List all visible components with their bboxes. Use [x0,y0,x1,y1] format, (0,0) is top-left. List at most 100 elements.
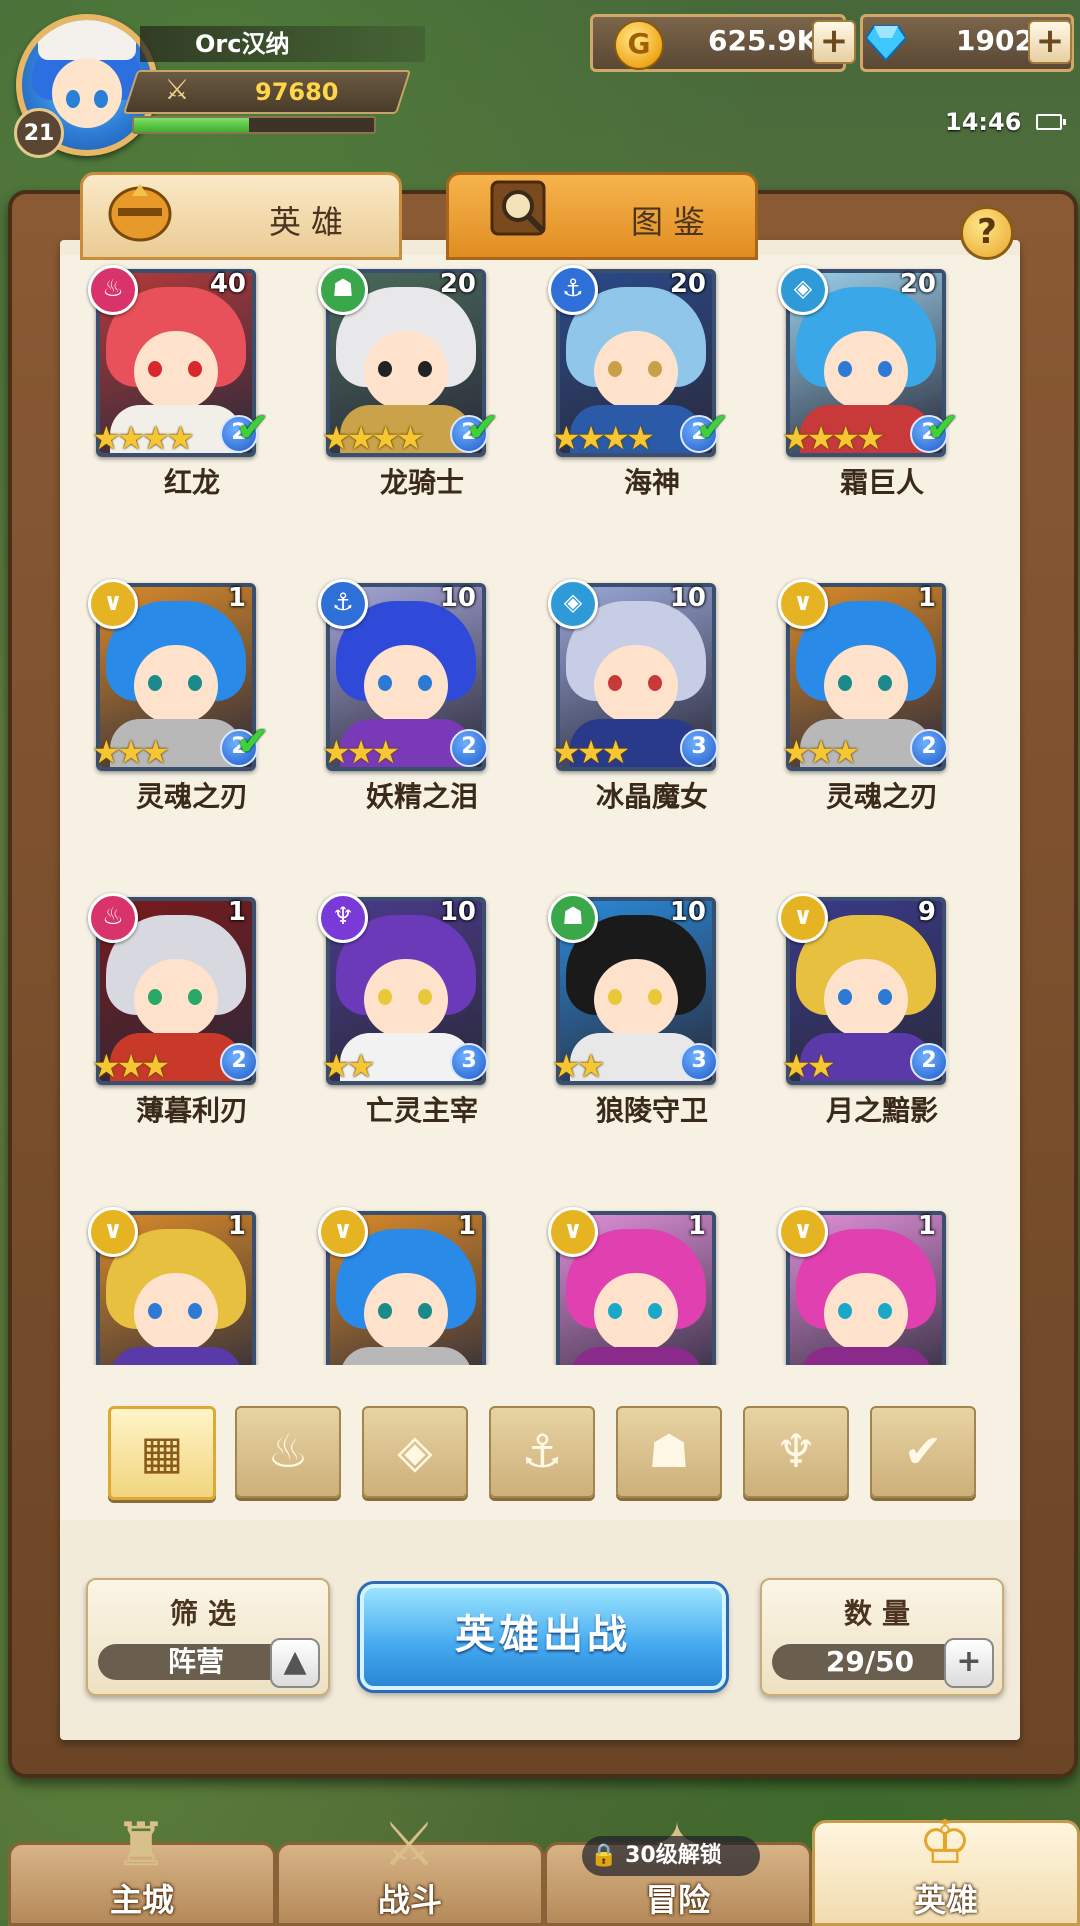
faction-filter-button[interactable]: ☗ [616,1406,722,1498]
hero-eye-left [838,675,852,691]
hero-face [594,645,678,723]
hero-stars: ★★★ [552,733,630,771]
faction-filter-button[interactable]: ◈ [362,1406,468,1498]
help-button[interactable]: ? [960,206,1014,260]
beast-faction-icon: ☗ [318,265,368,315]
hero-face [824,959,908,1037]
expand-capacity-button[interactable]: + [944,1638,994,1688]
hero-level: 10 [439,583,476,613]
hero-eye-left [608,361,622,377]
nav-label: 冒险 [645,1881,710,1919]
gem-amount: 1902 [956,24,1034,57]
hero-eye-left [148,361,162,377]
hero-name: 红龙 [163,466,220,499]
hero-card[interactable]: ◈ 10 ★★★ 3 冰晶魔女 [520,569,718,813]
hero-level: 10 [669,583,706,613]
hero-face [824,331,908,409]
hero-face [134,331,218,409]
hero-card[interactable]: ☗ 10 ★★ 3 狼陵守卫 [520,883,718,1127]
hero-face [134,959,218,1037]
hero-eye-right [648,989,662,1005]
hero-level: 40 [209,269,246,299]
hero-card[interactable]: ∨ 1 [750,1197,948,1365]
avatar-eye-right [94,90,108,108]
hero-eye-left [608,675,622,691]
ice-crystal-faction-icon: ◈ [397,1424,433,1478]
light-faction-icon: ∨ [778,893,828,943]
hero-level: 20 [669,269,706,299]
hero-card[interactable]: ♨ 40 ★★★★ 2 ✔ 红龙 [60,255,270,499]
hero-card[interactable]: ∨ 1 ★★★ 2 灵魂之刃 [750,569,948,813]
hero-name: 灵魂之刃 [825,780,938,813]
faction-filter-button[interactable]: ⚓ [489,1406,595,1498]
hero-face [134,1273,218,1351]
hero-name: 亡灵主宰 [365,1094,478,1127]
nav-label: 主城 [109,1881,174,1919]
hero-stars: ★★★ [322,733,400,771]
deployed-check-icon: ✔ [236,405,270,451]
light-faction-icon: ∨ [778,1207,828,1257]
ice-faction-icon: ◈ [548,579,598,629]
faction-filter-button[interactable]: ✔ [870,1406,976,1498]
bottom-nav: ♜主城⚔战斗✦冒险♔英雄 [0,1796,1080,1926]
filter-box: 筛选 阵营 ▲ [86,1578,330,1696]
beast-faction-icon: ☗ [648,1424,690,1478]
light-faction-icon: ∨ [778,579,828,629]
nav-item-hero-helmet[interactable]: ♔ 英雄 [812,1808,1080,1926]
hero-eye-left [378,361,392,377]
avatar-hat [38,20,136,60]
hero-rank-badge: 3 [680,1043,718,1081]
deployed-check-icon: ✔ [236,719,270,765]
gold-amount: 625.9K [708,24,819,57]
hero-card[interactable]: ♨ 1 ★★★ 2 薄暮利刃 [60,883,258,1127]
exp-bar [132,116,376,134]
hero-card[interactable]: ♆ 10 ★★ 3 亡灵主宰 [290,883,488,1127]
light-faction-icon: ∨ [88,1207,138,1257]
deployed-check-icon: ✔ [926,405,960,451]
hero-eye-left [378,675,392,691]
hero-card[interactable]: ☗ 20 ★★★★ 2 ✔ 龙骑士 [290,255,500,499]
hero-card[interactable]: ∨ 9 ★★ 2 月之黯影 [750,883,948,1127]
hero-name: 龙骑士 [379,466,464,499]
deploy-heroes-button[interactable]: 英雄出战 [360,1584,726,1690]
hero-stars: ★★★ [92,733,170,771]
hero-stars: ★★★ [782,733,860,771]
exp-bar-fill [134,118,250,132]
dark-faction-icon: ♆ [318,893,368,943]
hero-card[interactable]: ◈ 20 ★★★★ 2 ✔ 霜巨人 [750,255,960,499]
fire-faction-icon: ♨ [88,265,138,315]
knight-helmet-icon [108,184,172,242]
hero-body [340,1347,472,1365]
hero-eye-right [878,989,892,1005]
hero-card[interactable]: ∨ 1 ★★★ 2 ✔ 灵魂之刃 [60,569,270,813]
lock-icon: 🔒 [590,1843,618,1868]
hero-eye-right [188,675,202,691]
hero-card[interactable]: ∨ 1 [290,1197,488,1365]
hero-body [800,1347,932,1365]
hero-name: 月之黯影 [825,1094,938,1127]
hero-card[interactable]: ⚓ 10 ★★★ 2 妖精之泪 [290,569,488,813]
faction-filter-button[interactable]: ♨ [235,1406,341,1498]
nav-item-castle[interactable]: ♜ 主城 [8,1810,276,1926]
add-gems-button[interactable]: + [1028,20,1072,64]
player-power: 97680 [255,78,339,106]
hero-rank-badge: 3 [450,1043,488,1081]
filter-value[interactable]: 阵营 [98,1644,294,1680]
add-gold-button[interactable]: + [812,20,856,64]
filter-toggle-button[interactable]: ▲ [270,1638,320,1688]
faction-filter-button[interactable]: ♆ [743,1406,849,1498]
nav-item-crossed-swords[interactable]: ⚔ 战斗 [276,1810,544,1926]
faction-filter-button[interactable]: ▦ [108,1406,216,1500]
hero-card[interactable]: ∨ 1 [520,1197,718,1365]
hero-face [364,959,448,1037]
hero-name: 霜巨人 [839,466,924,499]
hero-eye-left [608,1303,622,1319]
hero-card[interactable]: ⚓ 20 ★★★★ 2 ✔ 海神 [520,255,730,499]
hero-card[interactable]: ∨ 1 [60,1197,258,1365]
fire-faction-icon: ♨ [88,893,138,943]
hero-eye-left [148,675,162,691]
player-level-badge: 21 [14,108,64,158]
deployed-check-icon: ✔ [466,405,500,451]
hero-rank-badge: 3 [680,729,718,767]
avatar-face [52,58,122,128]
